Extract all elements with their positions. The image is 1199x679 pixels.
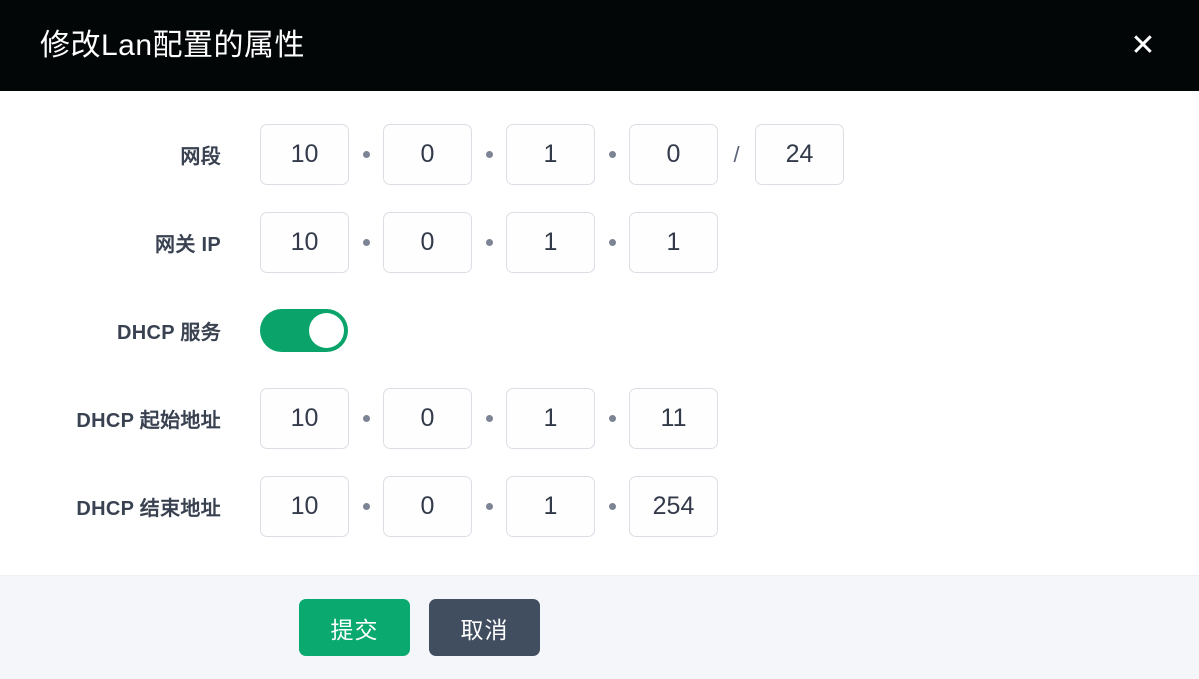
dhcp-end-octet-1[interactable]: 10: [260, 476, 349, 537]
cancel-button[interactable]: 取消: [429, 599, 540, 656]
form-row-subnet: 网段 10 0 1 0 / 24: [0, 124, 1199, 185]
gateway-octet-1[interactable]: 10: [260, 212, 349, 273]
dot-separator-icon: [472, 415, 506, 422]
dhcp-start-octet-2[interactable]: 0: [383, 388, 472, 449]
edit-lan-config-dialog: 修改Lan配置的属性 ✕ 网段 10 0 1 0 / 24 网关 IP 10 0…: [0, 0, 1199, 679]
form-row-dhcp-end: DHCP 结束地址 10 0 1 254: [0, 476, 1199, 537]
dhcp-start-octet-4[interactable]: 11: [629, 388, 718, 449]
gateway-octet-2[interactable]: 0: [383, 212, 472, 273]
dot-separator-icon: [349, 503, 383, 510]
dot-separator-icon: [595, 415, 629, 422]
dhcp-end-octet-3[interactable]: 1: [506, 476, 595, 537]
form-row-dhcp-start: DHCP 起始地址 10 0 1 11: [0, 388, 1199, 449]
form-row-dhcp-service: DHCP 服务: [0, 300, 1199, 361]
label-gateway: 网关 IP: [155, 234, 221, 256]
gateway-octet-3[interactable]: 1: [506, 212, 595, 273]
slash-separator: /: [733, 141, 740, 167]
dhcp-end-octet-4[interactable]: 254: [629, 476, 718, 537]
dialog-title: 修改Lan配置的属性: [40, 28, 306, 62]
form-row-gateway: 网关 IP 10 0 1 1: [0, 212, 1199, 273]
dhcp-end-octet-2[interactable]: 0: [383, 476, 472, 537]
dhcp-service-field-group: [260, 309, 348, 352]
subnet-octet-3[interactable]: 1: [506, 124, 595, 185]
label-subnet: 网段: [180, 146, 221, 168]
close-icon[interactable]: ✕: [1121, 24, 1165, 68]
toggle-knob: [309, 313, 344, 348]
dot-separator-icon: [595, 151, 629, 158]
submit-button[interactable]: 提交: [299, 599, 410, 656]
dot-separator-icon: [472, 503, 506, 510]
dhcp-start-field-group: 10 0 1 11: [260, 388, 718, 449]
dialog-footer: 提交 取消: [0, 575, 1199, 679]
gateway-octet-4[interactable]: 1: [629, 212, 718, 273]
dialog-header: 修改Lan配置的属性 ✕: [0, 0, 1199, 91]
dhcp-end-field-group: 10 0 1 254: [260, 476, 718, 537]
dhcp-start-octet-3[interactable]: 1: [506, 388, 595, 449]
subnet-octet-1[interactable]: 10: [260, 124, 349, 185]
dialog-body: 网段 10 0 1 0 / 24 网关 IP 10 0 1 1 DHCP 服务 …: [0, 91, 1199, 575]
label-dhcp-start: DHCP 起始地址: [76, 410, 221, 432]
dot-separator-icon: [595, 239, 629, 246]
subnet-prefix-length[interactable]: 24: [755, 124, 844, 185]
dot-separator-icon: [349, 239, 383, 246]
gateway-field-group: 10 0 1 1: [260, 212, 718, 273]
dot-separator-icon: [349, 151, 383, 158]
subnet-octet-4[interactable]: 0: [629, 124, 718, 185]
dot-separator-icon: [595, 503, 629, 510]
dot-separator-icon: [472, 151, 506, 158]
dot-separator-icon: [349, 415, 383, 422]
subnet-octet-2[interactable]: 0: [383, 124, 472, 185]
dot-separator-icon: [472, 239, 506, 246]
label-dhcp-end: DHCP 结束地址: [76, 498, 221, 520]
subnet-field-group: 10 0 1 0 / 24: [260, 124, 844, 185]
dhcp-service-toggle[interactable]: [260, 309, 348, 352]
dhcp-start-octet-1[interactable]: 10: [260, 388, 349, 449]
label-dhcp-service: DHCP 服务: [117, 322, 221, 344]
